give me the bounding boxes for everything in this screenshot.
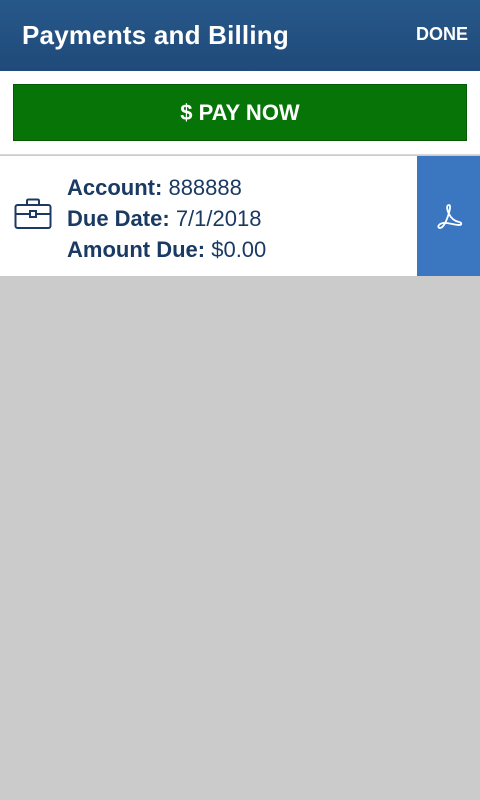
amount-due-row: Amount Due: $0.00 (67, 234, 266, 265)
account-card: Account: 888888 Due Date: 7/1/2018 Amoun… (0, 156, 480, 276)
pdf-icon (436, 204, 462, 229)
done-button[interactable]: DONE (416, 24, 468, 45)
page-title: Payments and Billing (22, 20, 289, 50)
account-number-row: Account: 888888 (67, 172, 266, 203)
briefcase-icon (14, 198, 52, 229)
view-statement-pdf-button[interactable] (417, 156, 480, 276)
account-value: 888888 (168, 175, 242, 200)
pay-now-button[interactable]: $ PAY NOW (13, 84, 467, 141)
due-date-label: Due Date: (67, 206, 170, 231)
pay-section: $ PAY NOW (0, 71, 480, 155)
amount-due-value: $0.00 (211, 237, 267, 262)
app-header: Payments and Billing DONE (0, 0, 480, 71)
payments-billing-screen: Payments and Billing DONE $ PAY NOW Acco… (0, 0, 480, 800)
due-date-value: 7/1/2018 (175, 206, 262, 231)
account-label: Account: (67, 175, 163, 200)
account-details: Account: 888888 Due Date: 7/1/2018 Amoun… (67, 172, 266, 265)
amount-due-label: Amount Due: (67, 237, 206, 262)
due-date-row: Due Date: 7/1/2018 (67, 203, 266, 234)
